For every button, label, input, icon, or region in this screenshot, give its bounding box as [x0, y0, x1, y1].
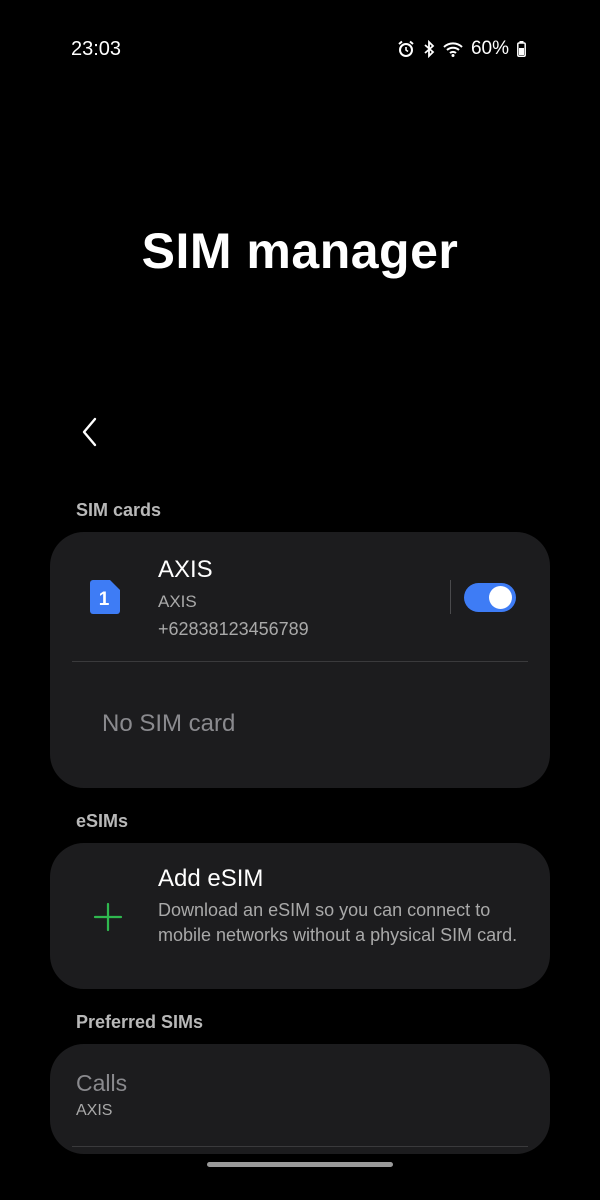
sim1-row[interactable]: 1 AXIS AXIS +62838123456789	[50, 532, 550, 660]
sim2-status: No SIM card	[102, 710, 236, 737]
divider	[72, 661, 528, 662]
sim-slot-1-icon: 1	[90, 580, 120, 614]
sim1-toggle[interactable]	[464, 583, 516, 612]
page-title: SIM manager	[141, 223, 459, 279]
sim1-phone-number: +62838123456789	[158, 619, 309, 639]
wifi-icon	[443, 41, 463, 57]
alarm-icon	[397, 40, 415, 58]
chevron-left-icon	[82, 417, 97, 447]
add-esim-description: Download an eSIM so you can connect to m…	[158, 900, 518, 945]
section-label-esims: eSIMs	[76, 811, 129, 831]
bluetooth-icon	[423, 40, 435, 58]
status-icons: 60%	[397, 38, 526, 60]
battery-icon	[517, 41, 526, 57]
preferred-sims-card: Calls AXIS	[50, 1044, 550, 1154]
calls-row[interactable]: Calls AXIS	[50, 1044, 550, 1144]
toggle-divider	[450, 580, 451, 614]
divider	[72, 1146, 528, 1147]
status-bar: 23:03 60%	[0, 0, 600, 100]
calls-label: Calls	[76, 1070, 128, 1096]
status-time: 23:03	[71, 38, 122, 60]
sim1-name: AXIS	[158, 556, 213, 583]
section-label-preferred-sims: Preferred SIMs	[76, 1012, 204, 1032]
sim1-carrier: AXIS	[158, 592, 197, 611]
battery-percent: 60%	[470, 38, 509, 59]
toggle-knob	[489, 586, 512, 609]
sim-cards-card: 1 AXIS AXIS +62838123456789 No SIM card	[50, 532, 550, 788]
section-label-sim-cards: SIM cards	[76, 500, 162, 520]
add-esim-card[interactable]: Add eSIM Download an eSIM so you can con…	[50, 843, 550, 989]
home-indicator[interactable]	[207, 1162, 393, 1167]
calls-value: AXIS	[76, 1102, 113, 1119]
add-esim-title: Add eSIM	[158, 865, 264, 892]
back-button[interactable]	[70, 410, 110, 454]
plus-icon	[92, 901, 124, 933]
sim-slot-number: 1	[99, 589, 110, 610]
